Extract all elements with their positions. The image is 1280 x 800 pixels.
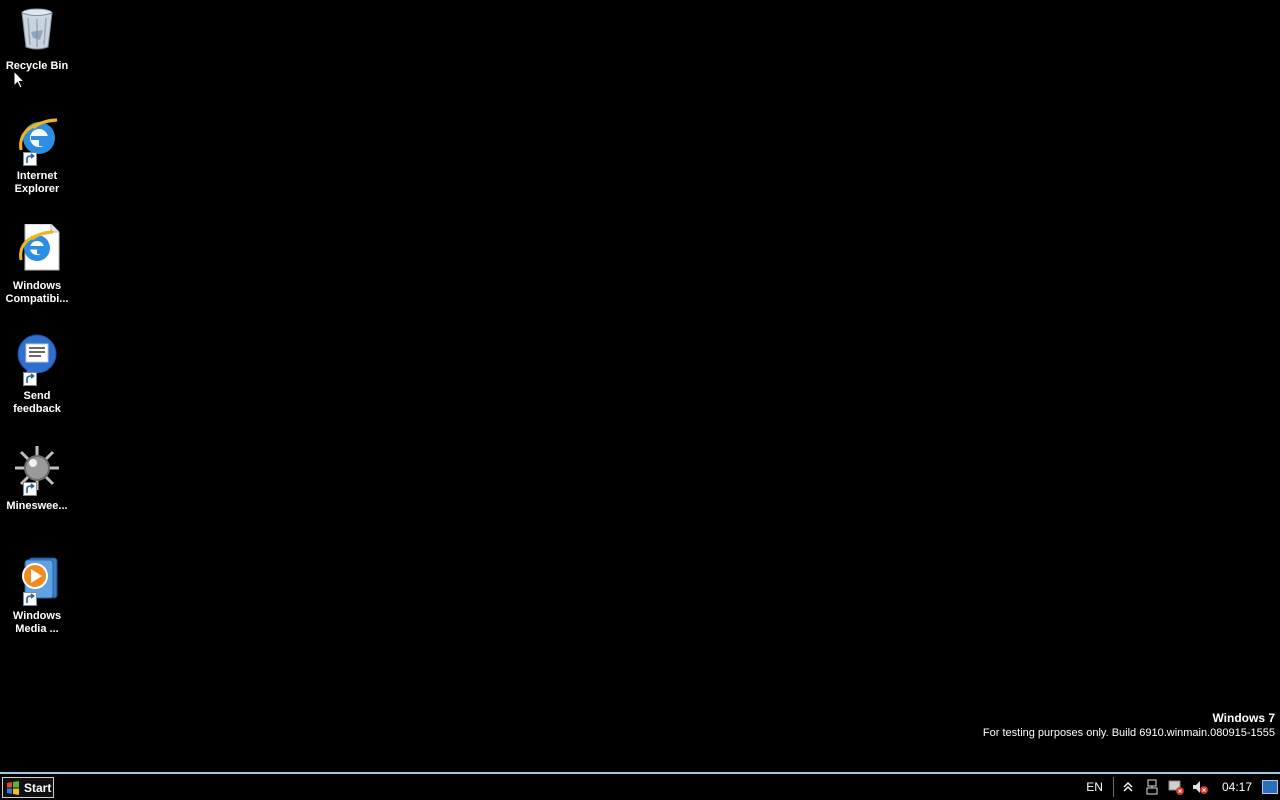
feedback-icon <box>13 334 61 386</box>
clock[interactable]: 04:17 <box>1222 780 1252 794</box>
start-button[interactable]: Start <box>2 777 54 798</box>
desktop-icon-label: Windows Compatibi... <box>5 280 69 305</box>
minesweeper-icon <box>13 444 61 496</box>
shortcut-arrow-icon <box>23 372 37 386</box>
shortcut-arrow-icon <box>23 482 37 496</box>
tray-separator <box>1112 777 1114 797</box>
shortcut-arrow-icon <box>23 152 37 166</box>
windows-media-player-icon <box>13 554 61 606</box>
notification-area: EN 04:17 <box>1086 774 1280 800</box>
watermark-build-text: For testing purposes only. Build 6910.wi… <box>982 727 1275 739</box>
windows-logo-icon <box>7 780 19 795</box>
desktop-icon-internet-explorer[interactable]: Internet Explorer <box>2 114 72 196</box>
desktop-icon-label: Internet Explorer <box>14 170 60 195</box>
ie-compatibility-icon <box>13 223 61 272</box>
desktop[interactable]: Recycle Bin Internet Explorer Windows Co… <box>0 0 1280 772</box>
desktop-icon-windows-media-player[interactable]: Windows Media ... <box>2 554 72 636</box>
recycle-bin-icon <box>13 4 61 52</box>
build-watermark: Windows 7 For testing purposes only. Bui… <box>983 711 1275 741</box>
show-hidden-icons-icon[interactable] <box>1120 779 1136 795</box>
watermark-title: Windows 7 <box>1212 711 1275 725</box>
language-indicator[interactable]: EN <box>1086 780 1103 794</box>
desktop-icon-send-feedback[interactable]: Send feedback <box>2 334 72 416</box>
desktop-icon-label: Mineswee... <box>6 500 68 512</box>
show-desktop-button[interactable] <box>1262 780 1278 794</box>
volume-muted-icon[interactable] <box>1192 779 1208 795</box>
internet-explorer-icon <box>13 114 61 166</box>
desktop-icon-windows-compatibility[interactable]: Windows Compatibi... <box>2 223 72 306</box>
network-icon[interactable] <box>1144 779 1160 795</box>
mouse-cursor-icon <box>13 69 26 90</box>
start-label: Start <box>24 780 52 795</box>
desktop-icon-recycle-bin[interactable]: Recycle Bin <box>2 4 72 73</box>
desktop-icon-label: Send feedback <box>13 390 61 415</box>
taskbar: Start EN 04:17 <box>0 772 1280 800</box>
action-center-icon[interactable] <box>1168 779 1184 795</box>
shortcut-arrow-icon <box>23 592 37 606</box>
desktop-icon-minesweeper[interactable]: Mineswee... <box>2 444 72 513</box>
desktop-icon-label: Windows Media ... <box>12 610 62 635</box>
